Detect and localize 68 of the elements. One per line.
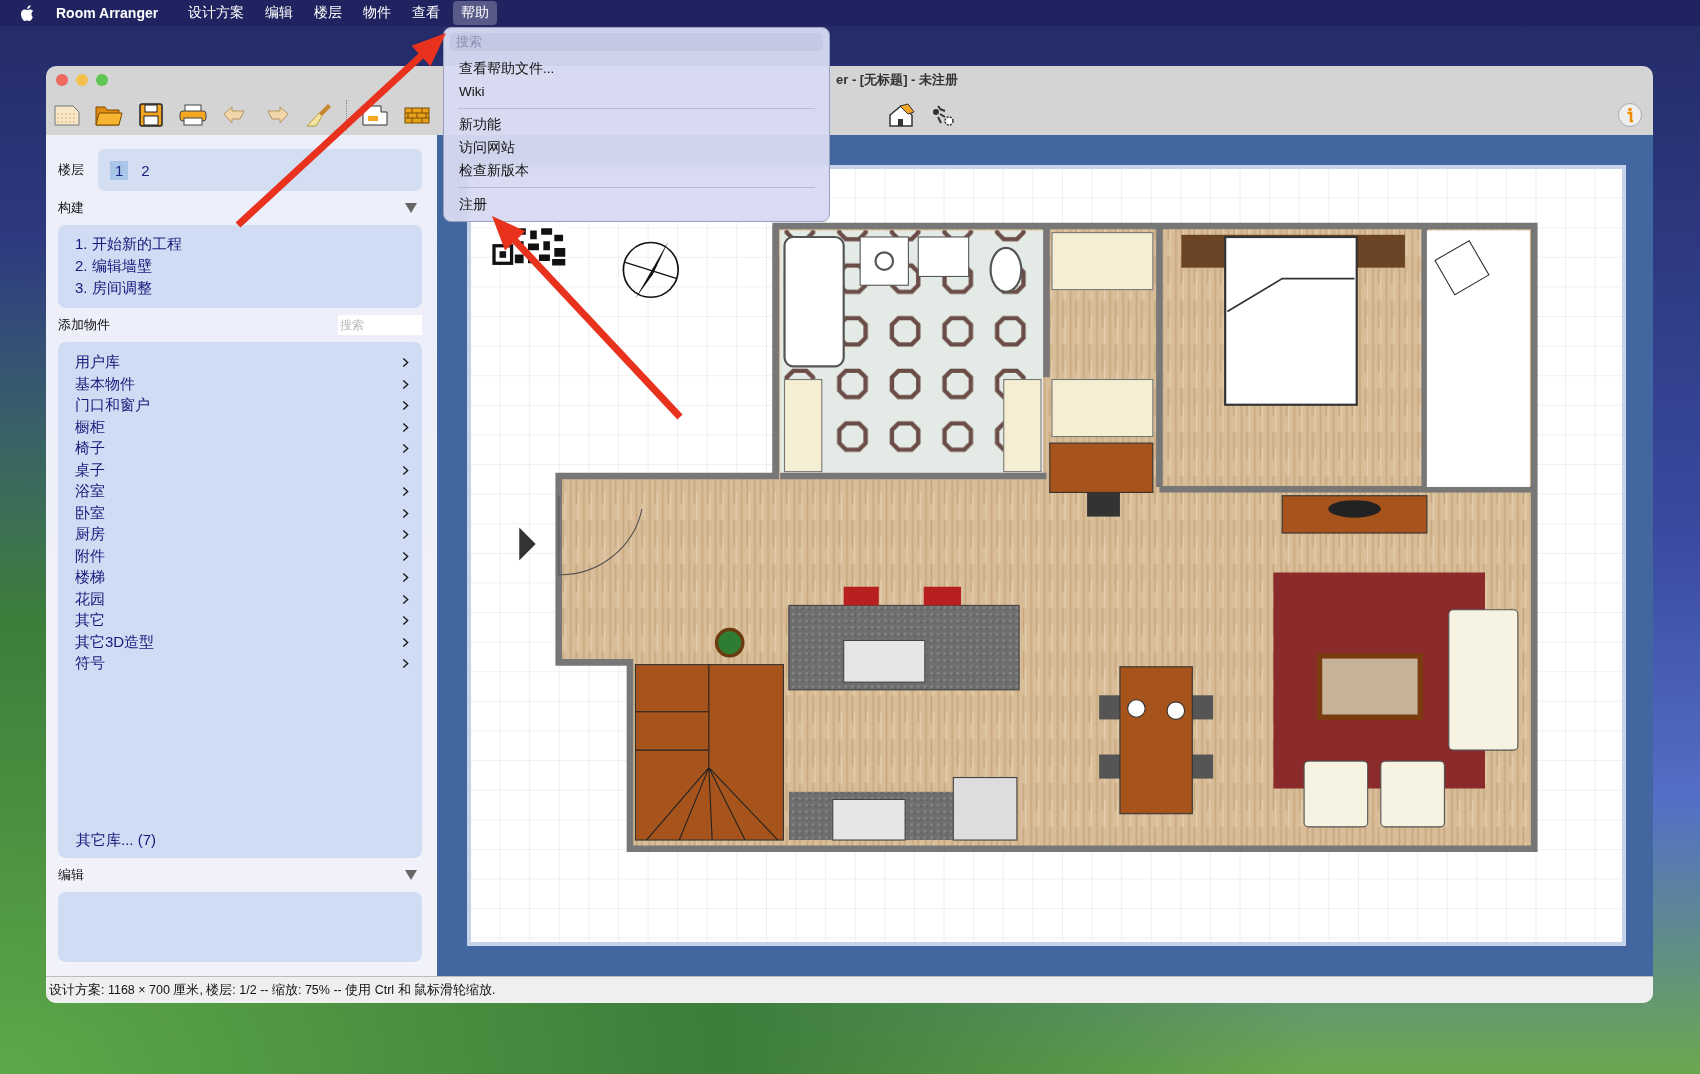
category-item[interactable]: 用户库 bbox=[75, 352, 409, 374]
close-button[interactable] bbox=[56, 74, 68, 86]
menu-item[interactable]: 检查新版本 bbox=[450, 159, 823, 183]
build-step-link[interactable]: 1. 开始新的工程 bbox=[75, 235, 405, 254]
chevron-right-icon bbox=[402, 593, 409, 605]
category-item[interactable]: 厨房 bbox=[75, 524, 409, 546]
menu-item[interactable]: 查看 bbox=[404, 1, 449, 25]
floor-tab[interactable]: 2 bbox=[136, 160, 155, 180]
chevron-right-icon bbox=[402, 357, 409, 369]
category-item[interactable]: 花园 bbox=[75, 588, 409, 610]
app-menu[interactable]: Room Arranger bbox=[56, 5, 159, 21]
chevron-right-icon bbox=[402, 529, 409, 541]
more-libraries-link[interactable]: 其它库... (7) bbox=[76, 831, 409, 850]
chevron-right-icon bbox=[402, 400, 409, 412]
status-text: 设计方案: 1168 × 700 厘米, 楼层: 1/2 -- 缩放: 75% -- 使用 Ctrl 和 鼠标滑轮缩放. bbox=[49, 981, 496, 999]
section-label: 楼层 bbox=[58, 161, 84, 179]
section-header: 编辑 bbox=[58, 866, 84, 884]
chevron-right-icon bbox=[402, 378, 409, 390]
section-header: 构建 bbox=[58, 199, 84, 217]
printer-icon[interactable] bbox=[178, 101, 208, 128]
chevron-right-icon bbox=[402, 550, 409, 562]
info-icon[interactable] bbox=[1617, 101, 1643, 128]
chevron-right-icon bbox=[402, 636, 409, 648]
category-item[interactable]: 椅子 bbox=[75, 438, 409, 460]
menu-item[interactable]: 注册 bbox=[450, 193, 823, 216]
menu-item[interactable]: 楼层 bbox=[306, 1, 351, 25]
apple-logo-icon[interactable] bbox=[20, 4, 34, 22]
compass-icon bbox=[622, 241, 679, 299]
chevron-right-icon bbox=[402, 615, 409, 627]
collapse-triangle-icon[interactable] bbox=[405, 870, 417, 880]
build-step-link[interactable]: 2. 编辑墙壁 bbox=[75, 257, 405, 276]
chevron-right-icon bbox=[402, 658, 409, 670]
category-item[interactable]: 符号 bbox=[75, 653, 409, 675]
category-item[interactable]: 门口和窗户 bbox=[75, 395, 409, 417]
chevron-right-icon bbox=[402, 486, 409, 498]
menu-item[interactable]: 帮助 bbox=[453, 1, 498, 25]
category-item[interactable]: 其它3D造型 bbox=[75, 631, 409, 653]
window-title: er - [无标题] - 未注册 bbox=[836, 71, 959, 89]
floor-tab[interactable]: 1 bbox=[110, 160, 129, 180]
menu-item[interactable]: 物件 bbox=[355, 1, 400, 25]
category-item[interactable]: 桌子 bbox=[75, 459, 409, 481]
section-header: 添加物件 bbox=[58, 316, 110, 334]
category-item[interactable]: 附件 bbox=[75, 545, 409, 567]
menu-search-field[interactable]: 搜索 bbox=[450, 33, 823, 51]
category-item[interactable]: 基本物件 bbox=[75, 373, 409, 395]
chevron-right-icon bbox=[402, 507, 409, 519]
menu-item[interactable]: 设计方案 bbox=[180, 1, 253, 25]
category-item[interactable]: 卧室 bbox=[75, 502, 409, 524]
menu-item[interactable]: Wiki bbox=[450, 79, 823, 103]
build-step-link[interactable]: 3. 房间调整 bbox=[75, 279, 405, 298]
menu-item[interactable]: 访问网站 bbox=[450, 136, 823, 160]
paint-brush-icon[interactable] bbox=[304, 101, 334, 128]
category-item[interactable]: 浴室 bbox=[75, 481, 409, 503]
category-item[interactable]: 楼梯 bbox=[75, 567, 409, 589]
chevron-right-icon bbox=[402, 421, 409, 433]
chevron-right-icon bbox=[402, 464, 409, 476]
chevron-right-icon bbox=[402, 443, 409, 455]
collapse-triangle-icon[interactable] bbox=[405, 203, 417, 213]
menu-item[interactable]: 新功能 bbox=[450, 113, 823, 137]
entrance-marker-icon bbox=[519, 527, 536, 561]
house-3d-icon[interactable] bbox=[886, 101, 916, 128]
menu-item[interactable]: 查看帮助文件... bbox=[450, 56, 823, 80]
category-item[interactable]: 橱柜 bbox=[75, 416, 409, 438]
category-item[interactable]: 其它 bbox=[75, 610, 409, 632]
search-field[interactable]: 搜索 bbox=[338, 315, 422, 335]
chevron-right-icon bbox=[402, 572, 409, 584]
save-icon[interactable] bbox=[136, 101, 166, 128]
menu-item[interactable]: 编辑 bbox=[257, 1, 302, 25]
